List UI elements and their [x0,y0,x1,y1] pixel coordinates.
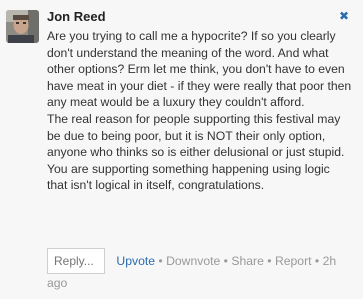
separator: • [223,254,228,268]
share-button[interactable]: Share [231,254,264,268]
comment-paragraph: You are supporting something happening u… [47,161,330,193]
separator: • [314,254,320,268]
report-button[interactable]: Report [275,254,312,268]
comment-card: Jon Reed ✖ Are you trying to call me a h… [0,0,363,299]
comment-paragraph: Are you trying to call me a hypocrite? I… [47,29,352,110]
avatar-image [6,10,39,43]
upvote-button[interactable]: Upvote [116,254,155,268]
separator: • [158,254,163,268]
comment-actions: Upvote • Downvote • Share • Report • 2h [47,248,359,274]
author-name[interactable]: Jon Reed [47,9,106,24]
action-links: Upvote • Downvote • Share • Report • 2h [116,252,336,270]
comment-paragraph: The real reason for people supporting th… [47,111,345,160]
downvote-button[interactable]: Downvote [166,254,220,268]
close-icon[interactable]: ✖ [339,10,349,22]
timestamp-suffix: ago [47,276,68,290]
separator: • [267,254,272,268]
avatar[interactable] [6,10,39,43]
comment-body: Are you trying to call me a hypocrite? I… [47,28,353,194]
timestamp[interactable]: 2h [323,254,337,268]
reply-input[interactable] [47,248,105,274]
